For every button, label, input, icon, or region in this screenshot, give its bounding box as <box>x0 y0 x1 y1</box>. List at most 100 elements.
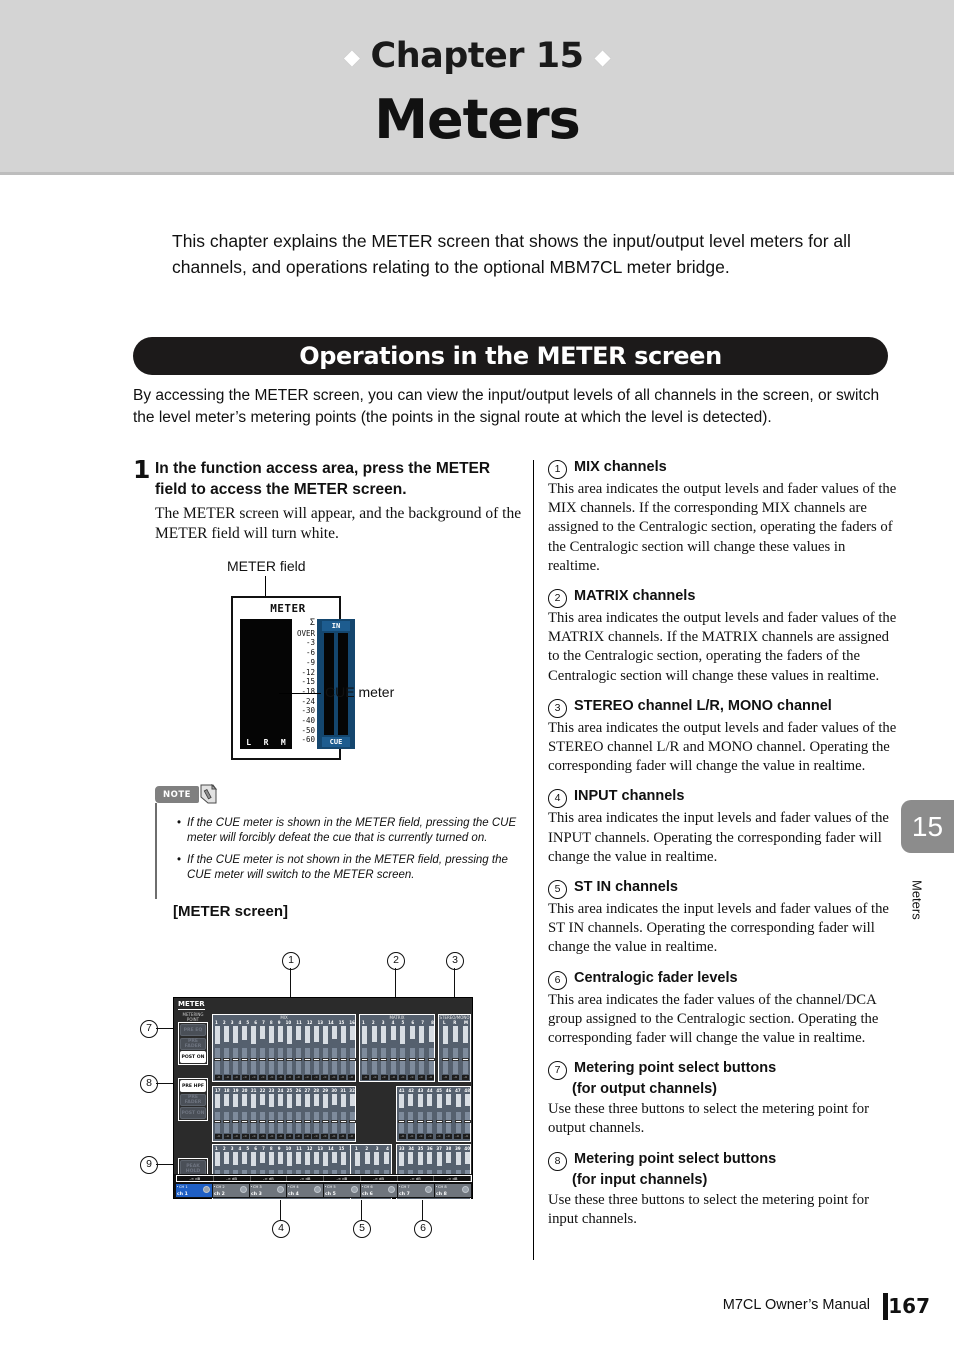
fader-knob[interactable] <box>435 1119 443 1124</box>
stereo-mono-faders[interactable] <box>442 1048 469 1074</box>
metering-point-output-group[interactable]: PRE EQ PRE FADER POST ON <box>178 1022 208 1065</box>
fader-knob[interactable] <box>286 1119 293 1124</box>
fader-knob[interactable] <box>416 1119 424 1124</box>
fader-knob[interactable] <box>259 1057 266 1062</box>
fader-knob[interactable] <box>463 1119 471 1124</box>
strip-channel-cell[interactable]: CH 7 ch 7 <box>398 1184 434 1197</box>
fader-track[interactable] <box>250 1048 257 1074</box>
strip-channel-cell[interactable]: CH 6 ch 6 <box>361 1184 397 1197</box>
fader-knob[interactable] <box>250 1057 257 1062</box>
strip-channel-cell[interactable]: CH 2 ch 2 <box>213 1184 249 1197</box>
fader-track[interactable] <box>214 1048 221 1074</box>
fader-track[interactable] <box>416 1112 424 1133</box>
mix-faders[interactable] <box>214 1048 356 1074</box>
fader-track[interactable] <box>232 1112 239 1133</box>
fader-track[interactable] <box>398 1112 405 1133</box>
fader-track[interactable] <box>304 1112 311 1133</box>
fader-knob[interactable] <box>426 1119 434 1124</box>
button-pre-hpf[interactable]: PRE HPF <box>180 1080 206 1092</box>
fader-track[interactable] <box>331 1112 338 1133</box>
strip-channel-cell[interactable]: CH 8 ch 8 <box>435 1184 471 1197</box>
fader-track[interactable] <box>241 1048 248 1074</box>
fader-knob[interactable] <box>223 1119 230 1124</box>
strip-channel-cell[interactable]: CH 3 ch 3 <box>250 1184 286 1197</box>
fader-track[interactable] <box>268 1112 275 1133</box>
fader-knob[interactable] <box>454 1119 462 1124</box>
fader-knob[interactable] <box>268 1119 275 1124</box>
channel-strip-names[interactable]: CH 1 ch 1 CH 2 ch 2 CH 3 ch 3 CH 4 ch 4 CH 5 ch 5… <box>176 1184 472 1197</box>
fader-knob[interactable] <box>277 1057 284 1062</box>
fader-track[interactable] <box>340 1048 347 1074</box>
fader-knob[interactable] <box>445 1119 453 1124</box>
strip-channel-cell[interactable]: CH 1 ch 1 <box>176 1184 212 1197</box>
button-post-on-input[interactable]: POST ON <box>180 1107 206 1119</box>
fader-knob[interactable] <box>418 1057 426 1062</box>
fader-knob[interactable] <box>370 1057 378 1062</box>
fader-track[interactable] <box>370 1048 378 1074</box>
fader-knob[interactable] <box>462 1057 469 1062</box>
fader-track[interactable] <box>349 1048 356 1074</box>
fader-knob[interactable] <box>331 1057 338 1062</box>
fader-knob[interactable] <box>313 1057 320 1062</box>
fader-track[interactable] <box>380 1048 388 1074</box>
fader-track[interactable] <box>241 1112 248 1133</box>
fader-track[interactable] <box>418 1048 426 1074</box>
button-post-on-output[interactable]: POST ON <box>180 1051 206 1063</box>
fader-track[interactable] <box>454 1112 462 1133</box>
fader-knob[interactable] <box>232 1119 239 1124</box>
fader-track[interactable] <box>322 1112 329 1133</box>
fader-knob[interactable] <box>286 1057 293 1062</box>
stereo-mono-section[interactable]: STEREO/MONO L R M -∞ -∞ -∞ <box>438 1014 471 1082</box>
fader-track[interactable] <box>259 1048 266 1074</box>
fader-track[interactable] <box>389 1048 397 1074</box>
fader-knob[interactable] <box>427 1057 435 1062</box>
fader-track[interactable] <box>268 1048 275 1074</box>
fader-track[interactable] <box>277 1112 284 1133</box>
fader-track[interactable] <box>232 1048 239 1074</box>
strip-channel-cell[interactable]: CH 5 ch 5 <box>324 1184 360 1197</box>
fader-knob[interactable] <box>380 1057 388 1062</box>
fader-knob[interactable] <box>214 1119 221 1124</box>
fader-track[interactable] <box>295 1112 302 1133</box>
fader-knob[interactable] <box>295 1119 302 1124</box>
fader-knob[interactable] <box>408 1057 416 1062</box>
fader-track[interactable] <box>223 1112 230 1133</box>
mix-section[interactable]: MIX 1 2 3 4 5 6 7 8 9 10 11 12 13 14 15 <box>212 1014 356 1082</box>
fader-track[interactable] <box>361 1048 368 1074</box>
fader-knob[interactable] <box>268 1057 275 1062</box>
fader-track[interactable] <box>259 1112 266 1133</box>
button-pre-fader-output[interactable]: PRE FADER <box>180 1037 206 1050</box>
fader-knob[interactable] <box>349 1057 356 1062</box>
fader-knob[interactable] <box>389 1057 397 1062</box>
fader-track[interactable] <box>442 1048 449 1074</box>
fader-knob[interactable] <box>259 1119 266 1124</box>
fader-track[interactable] <box>462 1048 469 1074</box>
strip-channel-knob[interactable] <box>203 1186 210 1193</box>
fader-track[interactable] <box>250 1112 257 1133</box>
fader-track[interactable] <box>304 1048 311 1074</box>
fader-track[interactable] <box>452 1048 459 1074</box>
meter-field-box[interactable]: METER L R M Σ OVER -3 -6 -9 -12 -15 -18 … <box>231 596 355 760</box>
fader-track[interactable] <box>286 1112 293 1133</box>
fader-track[interactable] <box>286 1048 293 1074</box>
fader-track[interactable] <box>427 1048 435 1074</box>
fader-track[interactable] <box>408 1048 416 1074</box>
input-17-32-faders[interactable] <box>214 1112 356 1133</box>
fader-track[interactable] <box>331 1048 338 1074</box>
fader-track[interactable] <box>313 1112 320 1133</box>
input-channels-17-32[interactable]: 17 18 19 20 21 22 23 24 25 26 27 28 29 3… <box>212 1086 356 1142</box>
fader-knob[interactable] <box>214 1057 221 1062</box>
fader-knob[interactable] <box>241 1119 248 1124</box>
matrix-section[interactable]: MATRIX 1 2 3 4 5 6 7 8 -∞ -∞ -∞ -∞ -∞ -∞ -∞ -∞ <box>359 1014 435 1082</box>
matrix-faders[interactable] <box>361 1048 435 1074</box>
fader-track[interactable] <box>349 1112 356 1133</box>
strip-channel-cell[interactable]: CH 4 ch 4 <box>287 1184 323 1197</box>
button-pre-eq[interactable]: PRE EQ <box>180 1024 206 1036</box>
fader-track[interactable] <box>399 1048 407 1074</box>
fader-knob[interactable] <box>313 1119 320 1124</box>
dca-41-48-faders[interactable] <box>398 1112 471 1133</box>
strip-channel-knob[interactable] <box>388 1186 395 1193</box>
fader-knob[interactable] <box>322 1119 329 1124</box>
fader-track[interactable] <box>463 1112 471 1133</box>
fader-track[interactable] <box>313 1048 320 1074</box>
